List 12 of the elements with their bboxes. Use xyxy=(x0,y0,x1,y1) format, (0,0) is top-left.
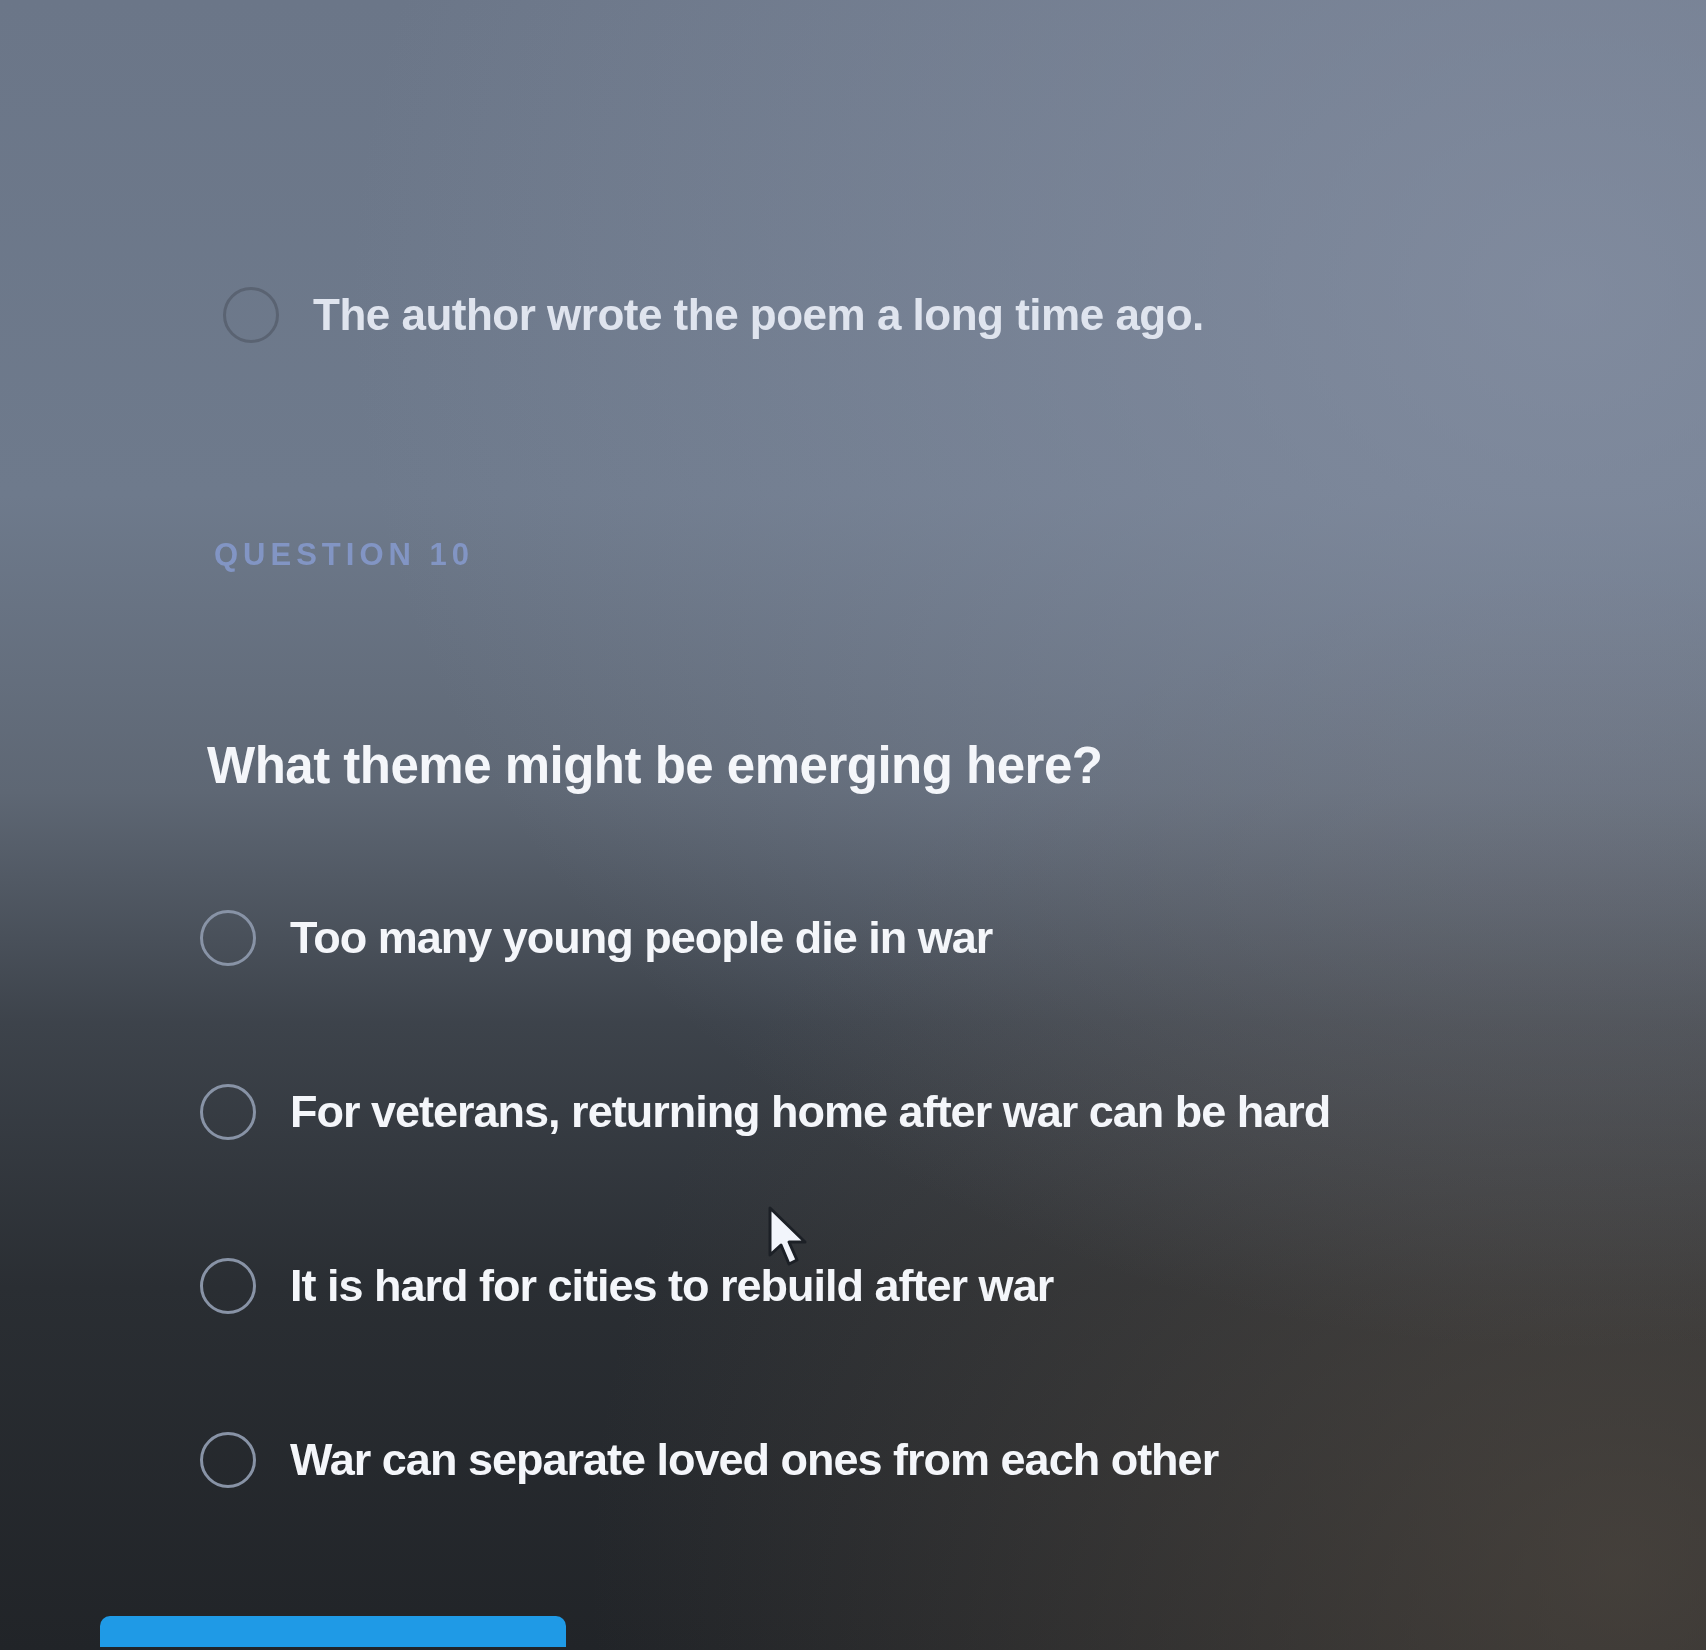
answer-option-text: It is hard for cities to rebuild after war xyxy=(290,1260,1054,1312)
question-text: What theme might be emerging here? xyxy=(207,736,1103,796)
answer-option-text: War can separate loved ones from each other xyxy=(290,1434,1219,1486)
radio-button[interactable] xyxy=(223,287,279,343)
question-number: QUESTION 10 xyxy=(214,537,474,573)
radio-button[interactable] xyxy=(200,1084,256,1140)
answer-option-text: Too many young people die in war xyxy=(290,912,993,964)
answer-option-text: For veterans, returning home after war can be hard xyxy=(290,1086,1331,1138)
radio-button[interactable] xyxy=(200,1258,256,1314)
radio-button[interactable] xyxy=(200,1432,256,1488)
radio-button[interactable] xyxy=(200,910,256,966)
answer-option-text: The author wrote the poem a long time ago. xyxy=(313,290,1204,340)
